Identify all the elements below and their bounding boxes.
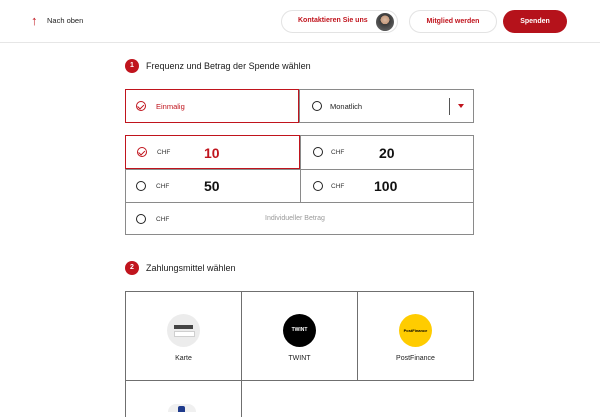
top-bar: ↑ Nach oben Kontaktieren Sie uns Mitglie… <box>0 0 600 43</box>
amount-option-10[interactable]: CHF 10 <box>125 135 300 169</box>
payment-method-grid: Karte TWINT TWINT PostFinance PostFinanc… <box>125 291 474 417</box>
amount-option-20[interactable]: CHF 20 <box>300 136 473 169</box>
credit-card-icon <box>167 314 200 347</box>
frequency-selector: Einmalig Monatlich <box>125 89 474 123</box>
custom-amount-row[interactable]: CHF Individueller Betrag <box>126 203 473 236</box>
currency-label: CHF <box>156 216 170 223</box>
radio-checked-icon <box>137 147 147 157</box>
divider <box>449 98 450 115</box>
step-title: Frequenz und Betrag der Spende wählen <box>146 61 311 71</box>
custom-amount-input[interactable]: Individueller Betrag <box>265 215 325 222</box>
paypal-logo-icon <box>168 404 196 412</box>
payment-method-label: TWINT <box>288 355 311 362</box>
radio-icon <box>313 181 323 191</box>
payment-method-postfinance[interactable]: PostFinance PostFinance <box>357 291 474 381</box>
amount-value: 20 <box>379 145 395 161</box>
back-to-top-label: Nach oben <box>47 16 84 25</box>
radio-icon <box>136 214 146 224</box>
radio-checked-icon <box>136 101 146 111</box>
twint-logo-icon: TWINT <box>283 314 316 347</box>
currency-label: CHF <box>331 183 345 190</box>
amount-row: CHF 50 CHF 100 <box>126 170 473 203</box>
payment-method-label: Karte <box>175 355 192 362</box>
payment-method-label: PostFinance <box>396 355 435 362</box>
back-to-top-link[interactable]: ↑ Nach oben <box>31 14 83 27</box>
step-number-badge: 1 <box>125 59 139 73</box>
currency-label: CHF <box>156 183 170 190</box>
frequency-option-label: Monatlich <box>330 102 363 111</box>
contact-button[interactable]: Kontaktieren Sie uns <box>281 10 398 33</box>
radio-icon <box>313 147 323 157</box>
step-number-badge: 2 <box>125 261 139 275</box>
chevron-down-icon[interactable] <box>458 104 464 108</box>
avatar <box>376 13 394 31</box>
amount-value: 100 <box>374 178 398 194</box>
step-1-heading: 1 Frequenz und Betrag der Spende wählen <box>125 59 311 73</box>
amount-option-50[interactable]: CHF 50 <box>126 170 300 203</box>
amount-value: 50 <box>204 178 220 194</box>
payment-method-twint[interactable]: TWINT TWINT <box>241 291 358 381</box>
currency-label: CHF <box>157 149 171 156</box>
become-member-button[interactable]: Mitglied werden <box>409 10 497 33</box>
payment-method-card[interactable]: Karte <box>125 291 242 381</box>
amount-grid: CHF 10 CHF 20 CHF 50 CHF 100 CHF Individ… <box>125 135 474 235</box>
amount-value: 10 <box>204 145 220 161</box>
radio-icon <box>312 101 322 111</box>
twint-logo-text: TWINT <box>291 327 308 333</box>
amount-row: CHF 10 CHF 20 <box>125 135 473 169</box>
frequency-option-once[interactable]: Einmalig <box>125 89 299 123</box>
arrow-up-icon: ↑ <box>31 13 38 28</box>
frequency-option-monthly[interactable]: Monatlich <box>299 90 473 122</box>
amount-option-100[interactable]: CHF 100 <box>300 170 473 203</box>
donate-button[interactable]: Spenden <box>503 10 567 33</box>
postfinance-logo-text: PostFinance <box>403 328 428 333</box>
contact-button-label: Kontaktieren Sie uns <box>298 17 368 24</box>
currency-label: CHF <box>331 149 345 156</box>
radio-icon <box>136 181 146 191</box>
step-2-heading: 2 Zahlungsmittel wählen <box>125 261 236 275</box>
frequency-option-label: Einmalig <box>156 102 185 111</box>
step-title: Zahlungsmittel wählen <box>146 263 236 273</box>
postfinance-logo-icon: PostFinance <box>399 314 432 347</box>
